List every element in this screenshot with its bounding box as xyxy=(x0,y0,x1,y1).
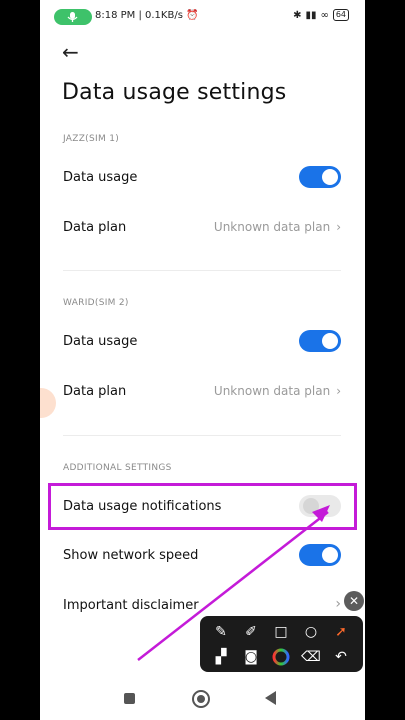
close-icon[interactable]: ✕ xyxy=(344,591,364,611)
home-button[interactable] xyxy=(192,690,210,708)
color-wheel-icon[interactable] xyxy=(271,647,291,667)
phone-screen: 8:18 PM | 0.1KB/s ⏰ ✱ ▮▮ ∞ 64 ← Data usa… xyxy=(40,0,365,720)
annotation-arrow xyxy=(137,505,330,661)
undo-icon[interactable]: ↶ xyxy=(331,647,351,667)
brush-icon[interactable]: ✎ xyxy=(211,622,231,642)
camera-icon[interactable]: ◙ xyxy=(241,647,261,667)
drawing-toolbar: ✎ ✐ □ ○ ➚ ▞ ◙ ⌫ ↶ xyxy=(200,616,363,672)
marker-icon[interactable]: ✐ xyxy=(241,622,261,642)
mosaic-icon[interactable]: ▞ xyxy=(211,647,231,667)
arrow-icon[interactable]: ➚ xyxy=(331,622,351,642)
circle-icon[interactable]: ○ xyxy=(301,622,321,642)
rectangle-icon[interactable]: □ xyxy=(271,622,291,642)
back-button[interactable] xyxy=(265,691,276,705)
eraser-icon[interactable]: ⌫ xyxy=(301,647,321,667)
recents-button[interactable] xyxy=(124,693,135,704)
